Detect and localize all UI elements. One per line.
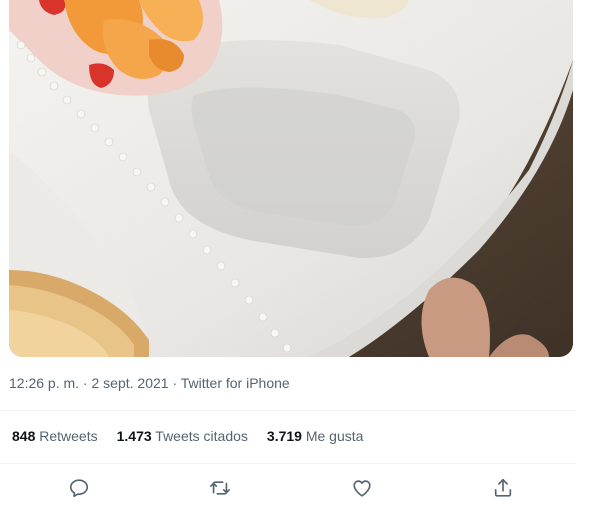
quotes-stat[interactable]: 1.473 Tweets citados: [117, 428, 248, 444]
quotes-count: 1.473: [116, 428, 152, 444]
tweet-time[interactable]: 12:26 p. m.: [9, 375, 79, 391]
likes-stat[interactable]: 3.719 Me gusta: [267, 428, 364, 444]
tweet-timestamp-line: 12:26 p. m. · 2 sept. 2021 · Twitter for…: [9, 375, 290, 391]
tweet-date[interactable]: 2 sept. 2021: [92, 375, 169, 391]
reply-button[interactable]: [63, 472, 95, 504]
tweet-photo[interactable]: [9, 0, 573, 357]
likes-label: Me gusta: [305, 428, 364, 444]
retweet-button[interactable]: [204, 472, 236, 504]
retweets-label: Retweets: [39, 428, 98, 444]
likes-count: 3.719: [266, 428, 302, 444]
like-button[interactable]: [346, 472, 378, 504]
share-button[interactable]: [487, 472, 519, 504]
share-icon: [494, 478, 512, 497]
food-tray-image: [9, 0, 573, 357]
tweet-source[interactable]: Twitter for iPhone: [181, 375, 290, 391]
like-icon: [353, 480, 371, 497]
tweet-actions: [0, 472, 576, 504]
divider: [0, 410, 576, 411]
divider: [0, 463, 576, 464]
separator: ·: [168, 375, 181, 391]
tweet-stats: 848 Retweets 1.473 Tweets citados 3.719 …: [12, 428, 382, 444]
reply-icon: [69, 479, 89, 498]
retweet-icon: [210, 481, 230, 495]
quotes-label: Tweets citados: [155, 428, 248, 444]
retweets-stat[interactable]: 848 Retweets: [12, 428, 98, 444]
retweets-count: 848: [12, 428, 36, 444]
separator: ·: [79, 375, 92, 391]
